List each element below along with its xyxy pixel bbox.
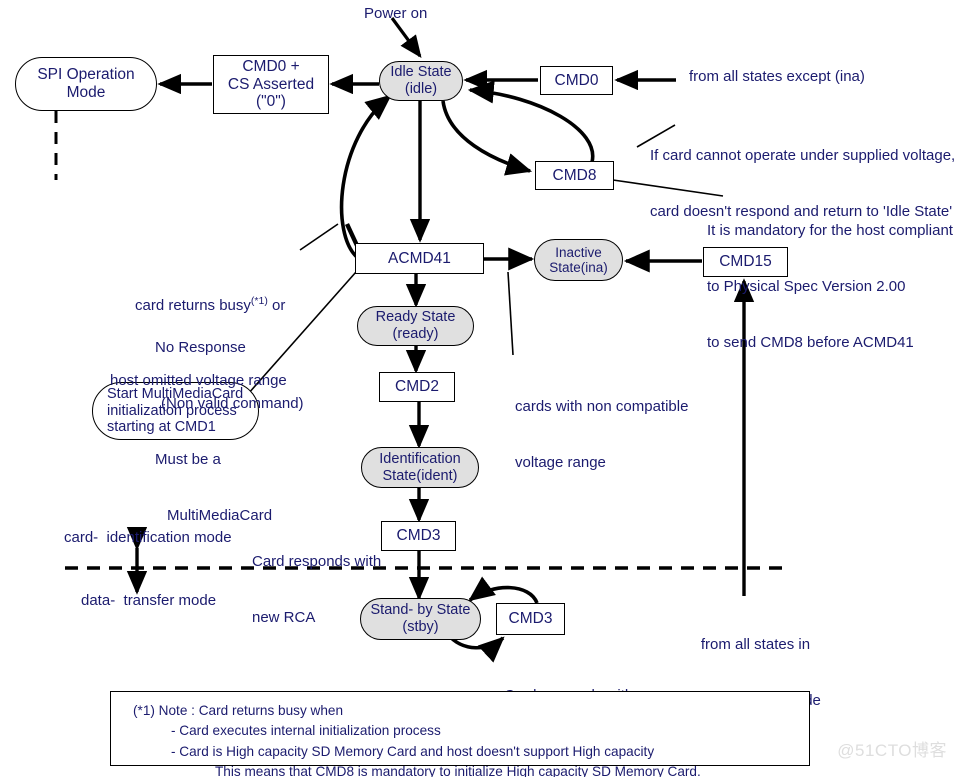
note-line-2: - Card executes internal initialization … xyxy=(171,723,441,739)
spi-mode-line2: Mode xyxy=(66,84,106,101)
no-response-line3: Must be a xyxy=(155,451,221,468)
mandatory-note-line2: to Physical Spec Version 2.00 xyxy=(707,277,906,295)
note-line-1: (*1) Note : Card returns busy when xyxy=(133,703,344,718)
label-from-all-states-except-ina: from all states except (ina) xyxy=(689,68,865,85)
cmd2-label: CMD2 xyxy=(395,378,439,396)
node-inactive-state[interactable]: Inactive State(ina) xyxy=(534,239,623,281)
leader-non-compatible xyxy=(507,271,514,356)
card-responds-ident-line1: Card responds with xyxy=(252,552,382,570)
idle-state-line1: Idle State xyxy=(390,64,452,81)
cmd8-label: CMD8 xyxy=(552,166,597,184)
watermark: @51CTO博客 xyxy=(837,741,947,760)
card-responds-ident-line2: new RCA xyxy=(252,608,316,626)
label-mandatory-note: It is mandatory for the host compliant t… xyxy=(707,184,953,390)
voltage-note-line1: If card cannot operate under supplied vo… xyxy=(650,146,956,164)
standby-state-line2: (stby) xyxy=(402,619,439,635)
mandatory-note-line3: to send CMD8 before ACMD41 xyxy=(707,334,914,351)
arrow-idle-to-cmd8 xyxy=(441,100,533,176)
state-diagram-canvas: SPI Operation Mode CMD0 + CS Asserted ("… xyxy=(0,0,963,777)
arrow-acmd41-to-idle xyxy=(339,94,392,260)
non-compatible-line2: voltage range xyxy=(515,453,606,471)
cmd0-cs-line2: CS Asserted xyxy=(227,75,315,93)
node-idle-state[interactable]: Idle State (idle) xyxy=(379,61,463,101)
non-compatible-line1: cards with non compatible xyxy=(515,397,689,415)
arrow-cmd3-to-standby-loop xyxy=(468,576,539,604)
cmd0-label: CMD0 xyxy=(554,71,599,89)
standby-state-line1: Stand- by State xyxy=(370,602,471,619)
node-cmd0[interactable]: CMD0 xyxy=(540,66,613,95)
idle-state-line2: (idle) xyxy=(404,81,438,97)
node-cmd0-cs-asserted[interactable]: CMD0 + CS Asserted ("0") xyxy=(213,55,329,114)
node-acmd41[interactable]: ACMD41 xyxy=(355,243,484,274)
leader-card-busy xyxy=(299,223,339,251)
acmd41-label: ACMD41 xyxy=(388,249,451,267)
footnote-box: (*1) Note : Card returns busy when - Car… xyxy=(110,691,810,777)
label-card-identification-mode: card- identification mode xyxy=(64,529,232,546)
node-identification-state[interactable]: Identification State(ident) xyxy=(361,447,479,488)
node-ready-state[interactable]: Ready State (ready) xyxy=(357,306,474,346)
cmd3-ident-label: CMD3 xyxy=(396,527,441,545)
inactive-state-line1: Inactive xyxy=(555,244,602,260)
note-line-3: - Card is High capacity SD Memory Card a… xyxy=(171,743,655,759)
ident-state-line2: State(ident) xyxy=(382,467,458,484)
no-response-line1: No Response xyxy=(155,338,246,356)
mandatory-note-line1: It is mandatory for the host compliant xyxy=(707,221,953,239)
node-cmd3-identification[interactable]: CMD3 xyxy=(381,521,456,551)
note-line-4: This means that CMD8 is mandatory to ini… xyxy=(215,764,701,777)
label-non-compatible-voltage: cards with non compatible voltage range xyxy=(515,360,688,510)
no-response-line2: (Non valid command) xyxy=(161,394,304,412)
label-data-transfer-mode: data- transfer mode xyxy=(81,592,217,609)
cmd0-cs-line1: CMD0 + xyxy=(242,58,300,76)
ident-state-line1: Identification xyxy=(379,450,461,467)
from-all-states-dt-line1: from all states in xyxy=(700,635,811,653)
ready-state-line1: Ready State xyxy=(375,309,456,326)
ready-state-line2: (ready) xyxy=(392,326,439,342)
label-power-on: Power on xyxy=(364,5,428,22)
spi-mode-line1: SPI Operation xyxy=(37,66,135,84)
node-cmd8[interactable]: CMD8 xyxy=(535,161,614,190)
node-cmd3-standby[interactable]: CMD3 xyxy=(496,603,565,635)
inactive-state-line2: State(ina) xyxy=(549,260,608,275)
cmd3-stby-label: CMD3 xyxy=(508,610,553,628)
arrow-cmd8-to-idle xyxy=(467,80,595,163)
node-cmd2[interactable]: CMD2 xyxy=(379,372,455,402)
label-card-responds-identification: Card responds with new RCA xyxy=(252,515,381,665)
node-spi-operation-mode[interactable]: SPI Operation Mode xyxy=(15,57,157,111)
cmd0-cs-line3: ("0") xyxy=(256,93,286,111)
